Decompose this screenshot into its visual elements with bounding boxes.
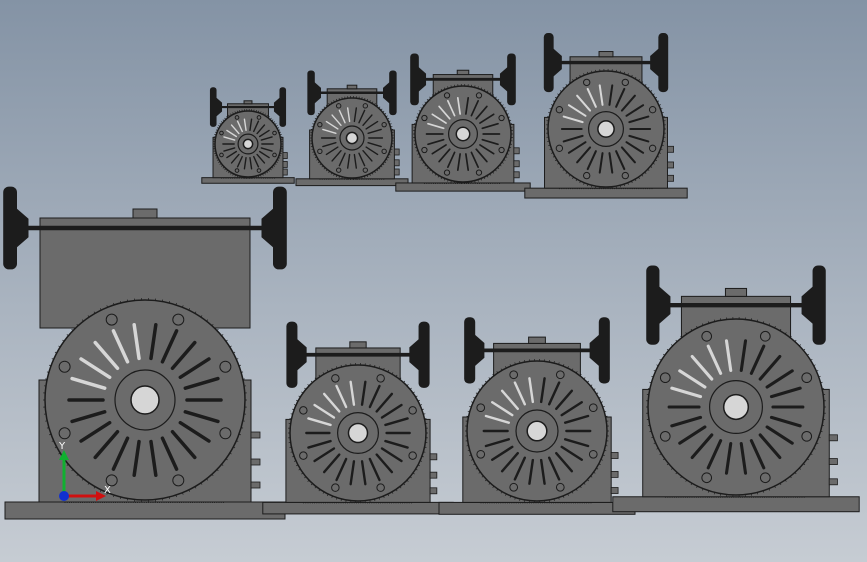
side-plug — [282, 161, 288, 168]
wheel-rim — [3, 186, 17, 270]
left-hand-wheel[interactable] — [543, 33, 562, 93]
output-bore — [347, 422, 369, 444]
vent-plug — [132, 208, 158, 219]
side-plug — [429, 487, 438, 495]
wheel-rim — [307, 70, 315, 116]
left-hand-wheel[interactable] — [646, 265, 671, 345]
side-plug — [667, 145, 674, 153]
right-hand-wheel[interactable] — [499, 53, 516, 106]
right-hand-wheel[interactable] — [273, 87, 287, 127]
side-plug — [667, 161, 674, 169]
side-plug — [828, 458, 838, 465]
gearbox-model[interactable] — [395, 53, 531, 192]
side-plug — [828, 434, 838, 442]
output-bore — [455, 126, 471, 142]
wheel-rim — [418, 321, 430, 388]
wheel-rim — [389, 70, 397, 116]
vent-plug — [346, 84, 358, 90]
left-hand-wheel[interactable] — [286, 321, 307, 388]
gearbox-model[interactable] — [438, 317, 636, 515]
wheel-rim — [812, 265, 826, 345]
base-plate — [262, 501, 454, 515]
vent-plug — [528, 336, 546, 344]
wheel-rim — [598, 317, 610, 384]
gearbox-model[interactable] — [262, 321, 454, 515]
wheel-rim — [646, 265, 660, 345]
y-axis-label: Y — [58, 441, 66, 452]
wheel-rim — [507, 53, 516, 106]
wheel-rim — [209, 87, 217, 127]
wheel-rim — [543, 33, 554, 93]
vent-plug — [349, 341, 367, 349]
output-bore — [242, 138, 254, 150]
right-hand-wheel[interactable] — [261, 186, 287, 270]
side-plug — [429, 453, 438, 461]
base-plate — [612, 496, 860, 513]
right-hand-wheel[interactable] — [650, 33, 669, 93]
model-scene[interactable] — [0, 0, 867, 562]
vent-plug — [724, 287, 748, 297]
base-plate — [295, 178, 409, 187]
wheel-rim — [279, 87, 287, 127]
side-plug — [250, 481, 261, 489]
wheel-rim — [286, 321, 298, 388]
side-plug — [513, 160, 520, 168]
left-hand-wheel[interactable] — [464, 317, 485, 384]
base-plate — [524, 187, 688, 199]
side-plug — [610, 487, 619, 494]
vent-plug — [243, 100, 253, 105]
side-plug — [393, 168, 400, 176]
side-plug — [393, 148, 400, 156]
gearbox-model[interactable] — [201, 87, 295, 184]
left-hand-wheel[interactable] — [307, 70, 321, 116]
vent-plug — [598, 51, 614, 58]
right-hand-wheel[interactable] — [589, 317, 610, 384]
wheel-rim — [658, 33, 669, 93]
side-plug — [828, 478, 838, 486]
right-hand-wheel[interactable] — [409, 321, 430, 388]
side-plug — [282, 152, 288, 159]
vent-plug — [456, 69, 470, 76]
gearbox-model[interactable] — [295, 70, 409, 187]
side-plug — [610, 470, 619, 478]
z-axis-dot — [59, 491, 69, 501]
side-plug — [250, 458, 261, 466]
left-hand-wheel[interactable] — [410, 53, 427, 106]
output-bore — [722, 393, 750, 421]
right-hand-wheel[interactable] — [801, 265, 826, 345]
gearbox-model[interactable] — [612, 265, 860, 513]
output-bore — [345, 131, 359, 145]
side-plug — [282, 168, 288, 176]
side-plug — [513, 147, 520, 155]
left-hand-wheel[interactable] — [209, 87, 223, 127]
wheel-rim — [410, 53, 419, 106]
axis-triad: Y X — [58, 441, 111, 501]
output-bore — [597, 120, 615, 138]
side-plug — [393, 159, 400, 167]
gearbox-model[interactable] — [524, 33, 688, 199]
base-plate — [395, 182, 531, 192]
side-plug — [429, 471, 438, 479]
left-hand-wheel[interactable] — [3, 186, 29, 270]
base-plate — [438, 501, 636, 515]
right-hand-wheel[interactable] — [383, 70, 397, 116]
x-axis-label: X — [104, 485, 111, 496]
output-bore — [526, 420, 548, 442]
side-plug — [667, 174, 674, 182]
side-plug — [513, 171, 520, 179]
side-plug — [610, 452, 619, 459]
wheel-rim — [464, 317, 476, 384]
side-plug — [250, 431, 261, 439]
wheel-rim — [273, 186, 287, 270]
output-bore — [130, 385, 160, 415]
3d-viewport[interactable]: Y X — [0, 0, 867, 562]
